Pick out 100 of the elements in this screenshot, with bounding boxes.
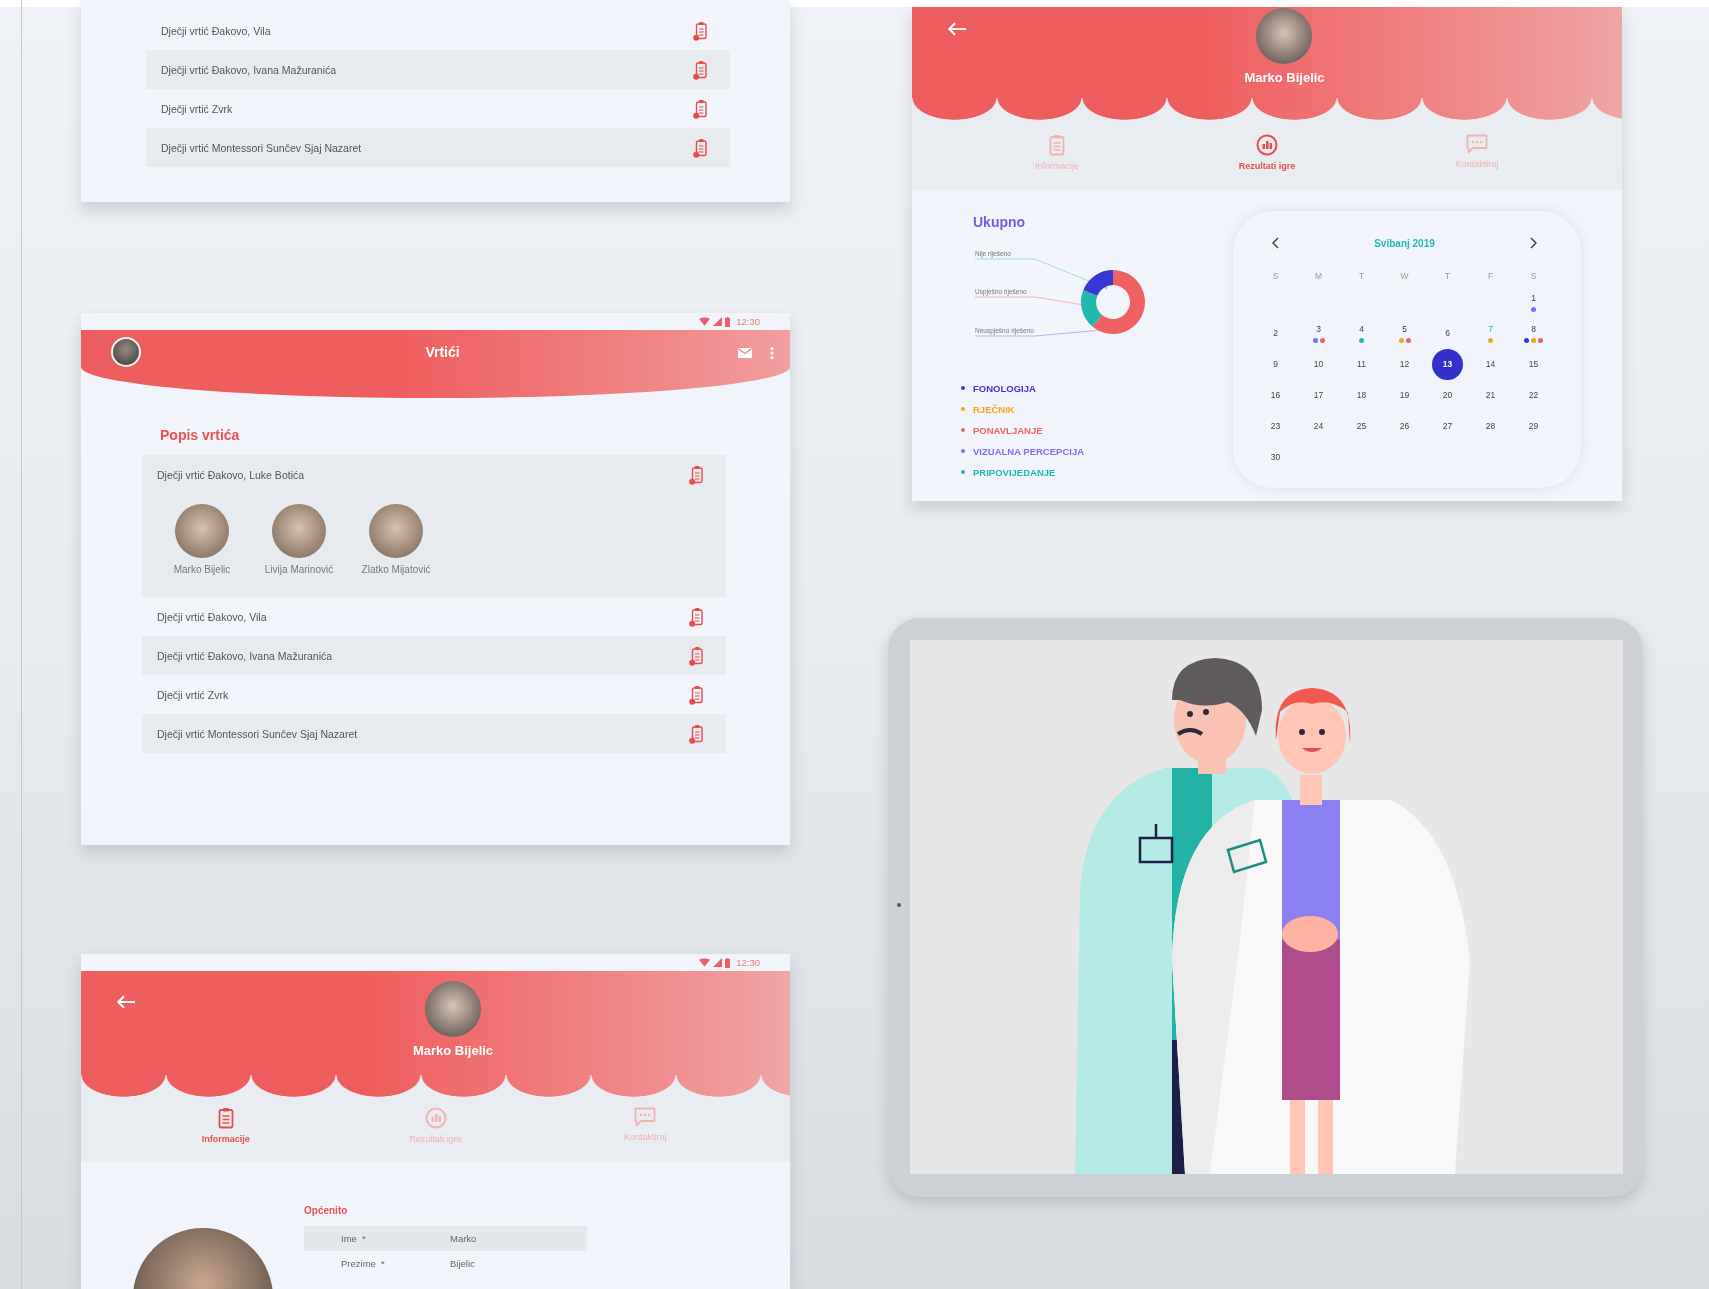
list-row[interactable]: Dječji vrtić Đakovo, Luke Botića Marko Bijelic Livija Marinović Zlatko Mijatović (142, 455, 726, 597)
child-name: Livija Marinović (264, 564, 334, 575)
calendar-day[interactable]: 10 (1311, 359, 1326, 370)
mail-icon[interactable] (738, 348, 752, 358)
donut-chart-drawing (1081, 270, 1145, 334)
field-value: Bijelic (450, 1258, 475, 1269)
calendar-day[interactable]: 1 (1526, 293, 1541, 304)
calendar-day[interactable]: 4 (1354, 324, 1369, 335)
kindergarten-name: Dječji vrtić Zvrk (157, 688, 229, 701)
battery-icon (725, 957, 731, 968)
legend-label: PRIPOVIJEDANJE (973, 466, 1056, 478)
list-row[interactable]: Dječji vrtić Zvrk (142, 675, 726, 714)
clipboard-icon[interactable] (689, 684, 703, 705)
calendar-day[interactable]: 13 (1432, 349, 1463, 380)
weekday-label: T (1358, 271, 1365, 281)
calendar-day[interactable]: 28 (1483, 421, 1498, 432)
calendar-day[interactable]: 27 (1440, 421, 1455, 432)
child-name: Zlatko Mijatović (361, 564, 431, 575)
kindergarten-name: Dječji vrtić Montessori Sunčev Sjaj Nazaret (161, 141, 362, 154)
status-time: 12:30 (736, 316, 760, 327)
chart-icon (424, 1107, 447, 1129)
list-row[interactable]: Dječji vrtić Montessori Sunčev Sjaj Nazaret (146, 128, 730, 167)
chart-icon (1256, 134, 1278, 156)
list-row[interactable]: Dječji vrtić Đakovo, Vila (142, 597, 726, 636)
calendar-day[interactable]: 6 (1440, 328, 1455, 339)
status-time: 12:30 (736, 957, 760, 968)
calendar-day[interactable]: 18 (1354, 390, 1369, 401)
calendar-day[interactable]: 3 (1311, 324, 1326, 335)
field-label: Ime * (340, 1233, 367, 1244)
list-row[interactable]: Dječji vrtić Đakovo, Ivana Mažuranića (142, 636, 726, 675)
calendar-day[interactable]: 19 (1397, 390, 1412, 401)
clipboard-icon[interactable] (689, 464, 703, 485)
clipboard-icon[interactable] (693, 20, 707, 41)
clipboard-icon[interactable] (689, 606, 703, 627)
calendar-day[interactable]: 16 (1268, 390, 1283, 401)
weekday-label: F (1487, 271, 1494, 281)
list-row[interactable]: Dječji vrtić Đakovo, Ivana Mažuranića (146, 50, 730, 89)
chat-icon (1466, 134, 1488, 154)
profile-name: Marko Bijelic (412, 1043, 494, 1058)
avatar-placeholder[interactable] (175, 504, 229, 558)
clipboard-icon[interactable] (689, 723, 703, 744)
list-row[interactable]: Dječji vrtić Montessori Sunčev Sjaj Nazaret (142, 714, 726, 753)
back-arrow-icon[interactable] (116, 995, 136, 1009)
battery-icon (725, 316, 731, 327)
more-options-icon[interactable] (770, 347, 774, 359)
wifi-icon (699, 317, 711, 326)
weekday-label: S (1272, 271, 1279, 281)
field-label: Prezime * (340, 1258, 386, 1269)
calendar-day[interactable]: 23 (1268, 421, 1283, 432)
calendar-day[interactable]: 11 (1354, 359, 1369, 370)
weekday-label: S (1530, 271, 1537, 281)
calendar-day[interactable]: 2 (1268, 328, 1283, 339)
calendar-day[interactable]: 15 (1526, 359, 1541, 370)
calendar-day[interactable]: 8 (1526, 324, 1541, 335)
legend-label: RJEČNIK (973, 403, 1015, 415)
section-title: Ukupno (972, 214, 1027, 230)
legend-label: VIZUALNA PERCEPCIJA (973, 445, 1085, 457)
avatar-placeholder[interactable] (369, 504, 423, 558)
signal-icon (713, 958, 723, 967)
calendar-day[interactable]: 25 (1354, 421, 1369, 432)
calendar-month: Svibanj 2019 (1374, 237, 1435, 249)
weekday-label: T (1444, 271, 1451, 281)
field-value: Marko (450, 1233, 477, 1244)
calendar-day[interactable]: 17 (1311, 390, 1326, 401)
calendar-day[interactable]: 21 (1483, 390, 1498, 401)
clipboard-icon (1049, 134, 1065, 156)
chevron-left-icon[interactable] (1272, 237, 1279, 249)
calendar-day[interactable]: 29 (1526, 421, 1541, 432)
chevron-right-icon[interactable] (1530, 237, 1537, 249)
legend-label: PONAVLJANJE (973, 424, 1043, 436)
clipboard-icon[interactable] (693, 98, 707, 119)
calendar-day[interactable]: 14 (1483, 359, 1498, 370)
clipboard-icon[interactable] (689, 645, 703, 666)
list-row[interactable]: Dječji vrtić Zvrk (146, 89, 730, 128)
kindergarten-name: Dječji vrtić Đakovo, Vila (157, 610, 267, 623)
child-name: Marko Bijelic (173, 564, 231, 575)
clipboard-icon[interactable] (693, 59, 707, 80)
calendar-day[interactable]: 5 (1397, 324, 1412, 335)
calendar-day[interactable]: 22 (1526, 390, 1541, 401)
clipboard-icon[interactable] (693, 137, 707, 158)
camera-icon (897, 903, 901, 907)
kindergarten-name: Dječji vrtić Đakovo, Vila (161, 24, 271, 37)
calendar-day[interactable]: 24 (1311, 421, 1326, 432)
section-title: Popis vrtića (160, 427, 241, 443)
weekday-label: M (1314, 271, 1323, 281)
calendar-day[interactable]: 12 (1397, 359, 1412, 370)
avatar-placeholder[interactable] (272, 504, 326, 558)
back-arrow-icon[interactable] (947, 22, 967, 36)
calendar-day[interactable]: 20 (1440, 390, 1455, 401)
screen-title: Vrtići (425, 344, 460, 360)
section-title: Općenito (304, 1205, 349, 1218)
calendar-day[interactable]: 26 (1397, 421, 1412, 432)
wifi-icon (699, 958, 711, 967)
calendar-day[interactable]: 9 (1268, 359, 1283, 370)
list-row[interactable]: Dječji vrtić Đakovo, Vila (146, 11, 730, 50)
calendar-day[interactable]: 30 (1268, 452, 1283, 463)
avatar-placeholder[interactable] (111, 337, 141, 367)
chat-icon (634, 1107, 657, 1127)
kindergarten-name: Dječji vrtić Zvrk (161, 102, 233, 115)
weekday-label: W (1400, 271, 1409, 281)
